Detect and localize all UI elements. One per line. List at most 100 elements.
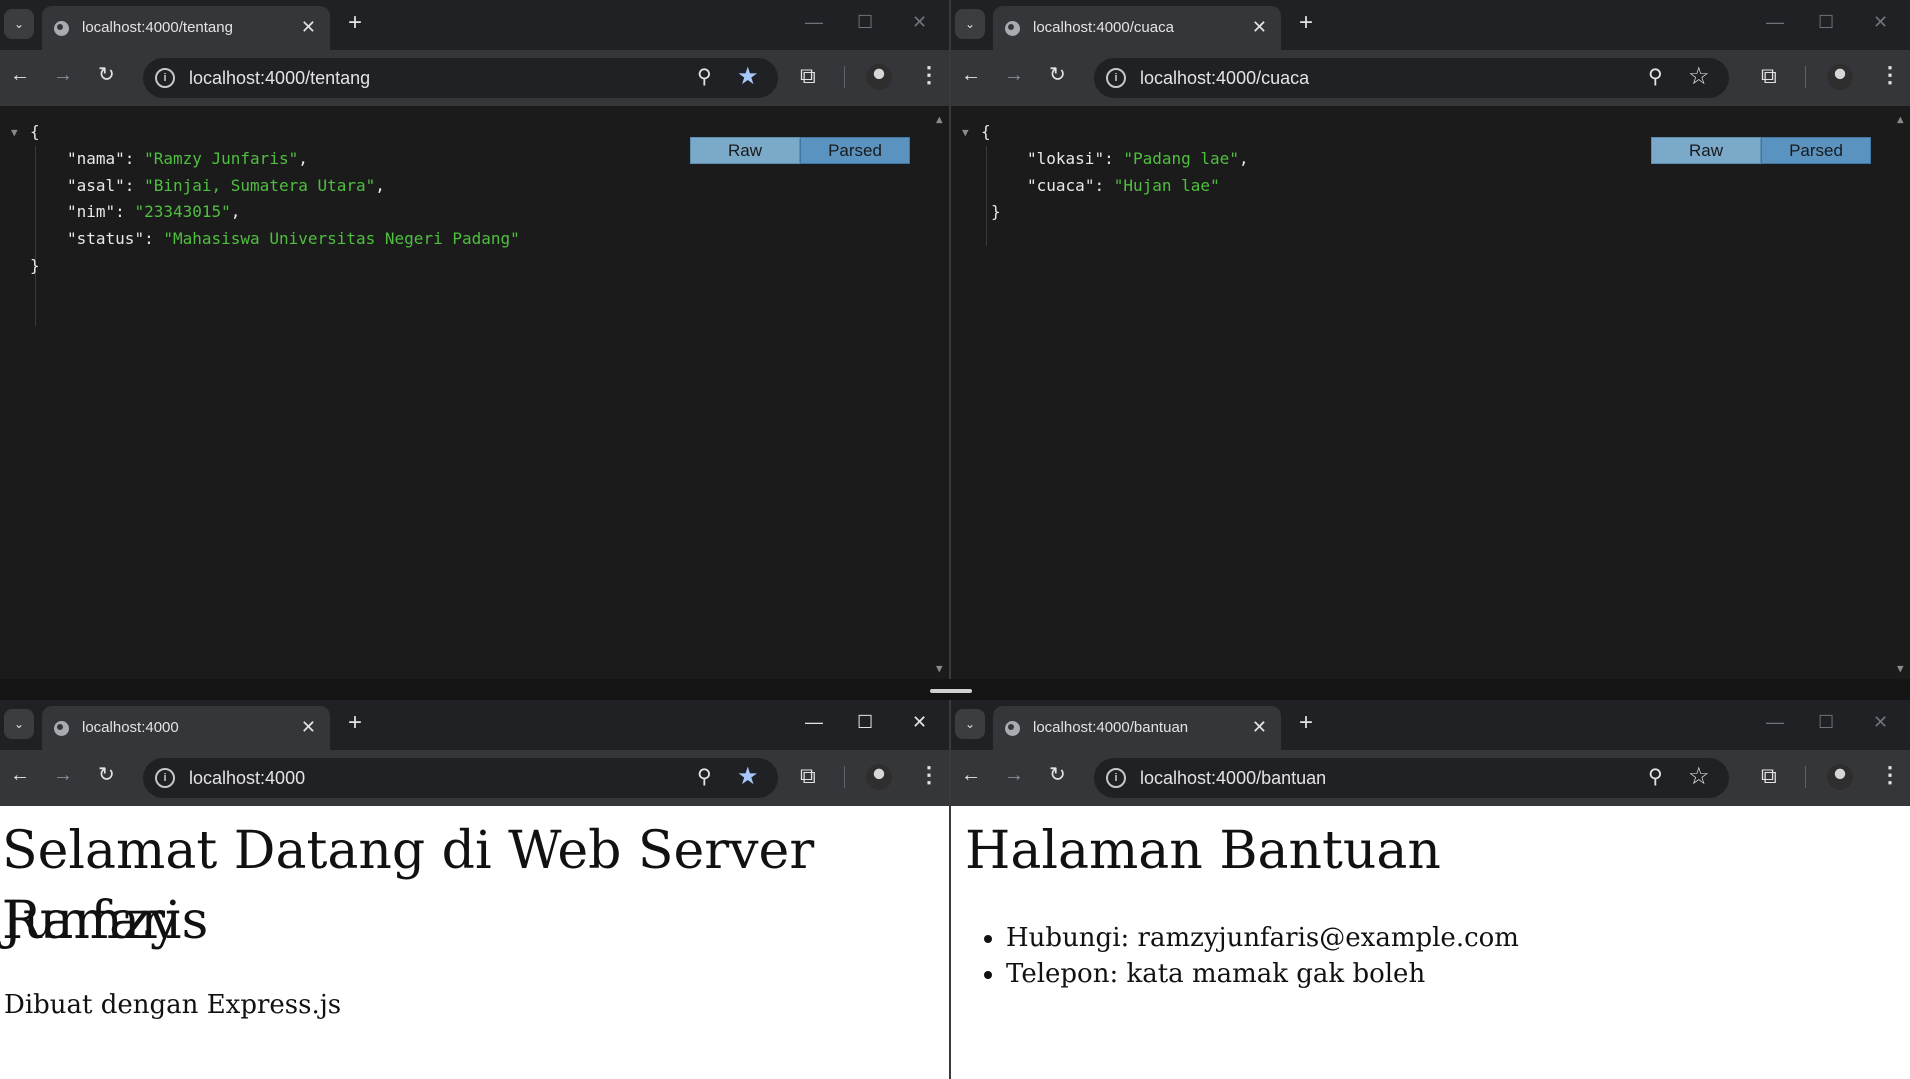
close-brace: }: [30, 256, 40, 275]
forward-button[interactable]: →: [53, 765, 73, 785]
close-window-button[interactable]: ✕: [1873, 712, 1888, 733]
extensions-icon[interactable]: ⧉: [800, 763, 816, 789]
extensions-icon[interactable]: ⧉: [1761, 63, 1777, 89]
bookmark-star-icon[interactable]: ★: [737, 762, 759, 791]
menu-icon[interactable]: ⋮: [1879, 62, 1901, 88]
reload-button[interactable]: ↻: [98, 65, 115, 85]
raw-button[interactable]: Raw: [690, 137, 800, 164]
minimize-button[interactable]: —: [1766, 12, 1784, 33]
scroll-down-icon[interactable]: ▼: [1897, 662, 1904, 675]
reload-button[interactable]: ↻: [1049, 65, 1066, 85]
menu-icon[interactable]: ⋮: [1879, 762, 1901, 788]
json-line-status: "status": "Mahasiswa Universitas Negeri …: [67, 229, 520, 248]
minimize-button[interactable]: —: [805, 712, 823, 733]
vertical-scrollbar[interactable]: ▼ ▼: [934, 106, 949, 679]
site-info-icon[interactable]: i: [155, 68, 175, 88]
maximize-button[interactable]: ☐: [857, 12, 873, 33]
bookmark-star-icon[interactable]: ☆: [1688, 762, 1710, 791]
tab-search-dropdown[interactable]: ⌄: [4, 709, 34, 739]
tab-close-icon[interactable]: ✕: [1252, 17, 1267, 38]
collapse-caret-icon[interactable]: ▼: [11, 126, 18, 139]
tab-bantuan[interactable]: localhost:4000/bantuan ✕: [993, 706, 1281, 750]
minimize-button[interactable]: —: [805, 12, 823, 33]
tab-close-icon[interactable]: ✕: [1252, 717, 1267, 738]
address-url[interactable]: localhost:4000/cuaca: [1140, 68, 1309, 89]
vertical-split-divider[interactable]: [949, 0, 951, 1079]
menu-icon[interactable]: ⋮: [918, 62, 940, 88]
maximize-button[interactable]: ☐: [1818, 712, 1834, 733]
back-button[interactable]: ←: [10, 765, 30, 785]
new-tab-button[interactable]: +: [348, 10, 362, 36]
forward-button[interactable]: →: [53, 65, 73, 85]
site-info-icon[interactable]: i: [1106, 68, 1126, 88]
extensions-icon[interactable]: ⧉: [1761, 763, 1777, 789]
vertical-scrollbar[interactable]: ▼ ▼: [1895, 106, 1910, 679]
raw-button[interactable]: Raw: [1651, 137, 1761, 164]
tab-title: localhost:4000: [82, 719, 179, 736]
list-item: Telepon: kata mamak gak boleh: [1006, 956, 1519, 992]
json-line-asal: "asal": "Binjai, Sumatera Utara",: [67, 176, 385, 195]
profile-avatar[interactable]: [1827, 764, 1853, 790]
tab-close-icon[interactable]: ✕: [301, 717, 316, 738]
zoom-icon[interactable]: ⚲: [697, 764, 712, 789]
page-heading-line-2: Junfaris: [2, 891, 209, 951]
tab-title: localhost:4000/bantuan: [1033, 719, 1189, 736]
tab-home[interactable]: localhost:4000 ✕: [42, 706, 330, 750]
toolbar: ← → ↻ i localhost:4000 ⚲ ★ ⧉ ⋮: [0, 750, 949, 806]
back-button[interactable]: ←: [10, 65, 30, 85]
address-bar[interactable]: i localhost:4000/bantuan ⚲ ☆: [1094, 758, 1729, 798]
reload-button[interactable]: ↻: [1049, 765, 1066, 785]
zoom-icon[interactable]: ⚲: [1648, 64, 1663, 89]
maximize-button[interactable]: ☐: [857, 712, 873, 733]
forward-button[interactable]: →: [1004, 765, 1024, 785]
scroll-down-icon[interactable]: ▼: [936, 662, 943, 675]
close-window-button[interactable]: ✕: [912, 712, 927, 733]
tab-cuaca[interactable]: localhost:4000/cuaca ✕: [993, 6, 1281, 50]
parsed-button[interactable]: Parsed: [1761, 137, 1871, 164]
tab-search-dropdown[interactable]: ⌄: [955, 709, 985, 739]
profile-avatar[interactable]: [866, 764, 892, 790]
new-tab-button[interactable]: +: [348, 710, 362, 736]
indent-guide: [986, 146, 987, 246]
zoom-icon[interactable]: ⚲: [697, 64, 712, 89]
json-viewer: ▼ { "nama": "Ramzy Junfaris", "asal": "B…: [0, 106, 949, 679]
address-bar[interactable]: i localhost:4000 ⚲ ★: [143, 758, 778, 798]
tab-strip: ⌄ localhost:4000/cuaca ✕ + — ☐ ✕: [951, 0, 1910, 50]
maximize-button[interactable]: ☐: [1818, 12, 1834, 33]
forward-button[interactable]: →: [1004, 65, 1024, 85]
close-window-button[interactable]: ✕: [912, 12, 927, 33]
extensions-icon[interactable]: ⧉: [800, 63, 816, 89]
site-info-icon[interactable]: i: [1106, 768, 1126, 788]
back-button[interactable]: ←: [961, 765, 981, 785]
site-info-icon[interactable]: i: [155, 768, 175, 788]
globe-icon: [54, 721, 69, 736]
address-url[interactable]: localhost:4000/tentang: [189, 68, 370, 89]
minimize-button[interactable]: —: [1766, 712, 1784, 733]
parsed-button[interactable]: Parsed: [800, 137, 910, 164]
json-line-nama: "nama": "Ramzy Junfaris",: [67, 149, 308, 168]
new-tab-button[interactable]: +: [1299, 710, 1313, 736]
menu-icon[interactable]: ⋮: [918, 762, 940, 788]
profile-avatar[interactable]: [866, 64, 892, 90]
bookmark-star-icon[interactable]: ☆: [1688, 62, 1710, 91]
scroll-up-icon[interactable]: ▼: [936, 114, 943, 127]
tab-search-dropdown[interactable]: ⌄: [955, 9, 985, 39]
collapse-caret-icon[interactable]: ▼: [962, 126, 969, 139]
address-bar[interactable]: i localhost:4000/tentang ⚲ ★: [143, 58, 778, 98]
address-bar[interactable]: i localhost:4000/cuaca ⚲ ☆: [1094, 58, 1729, 98]
tab-search-dropdown[interactable]: ⌄: [4, 9, 34, 39]
close-window-button[interactable]: ✕: [1873, 12, 1888, 33]
reload-button[interactable]: ↻: [98, 765, 115, 785]
tab-close-icon[interactable]: ✕: [301, 17, 316, 38]
zoom-icon[interactable]: ⚲: [1648, 764, 1663, 789]
new-tab-button[interactable]: +: [1299, 10, 1313, 36]
bookmark-star-icon[interactable]: ★: [737, 62, 759, 91]
tab-strip: ⌄ localhost:4000 ✕ + — ☐ ✕: [0, 700, 949, 750]
scroll-up-icon[interactable]: ▼: [1897, 114, 1904, 127]
address-url[interactable]: localhost:4000/bantuan: [1140, 768, 1326, 789]
address-url[interactable]: localhost:4000: [189, 768, 305, 789]
split-drag-handle[interactable]: [930, 689, 972, 693]
tab-tentang[interactable]: localhost:4000/tentang ✕: [42, 6, 330, 50]
profile-avatar[interactable]: [1827, 64, 1853, 90]
back-button[interactable]: ←: [961, 65, 981, 85]
